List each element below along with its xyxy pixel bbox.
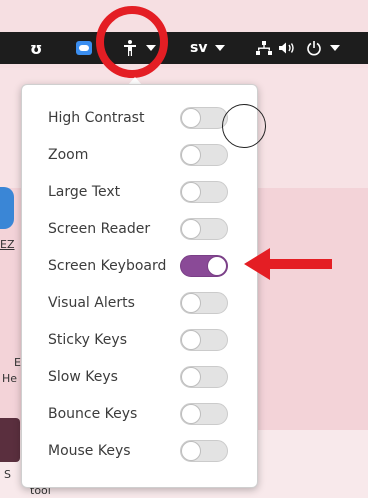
- menu-item-label: High Contrast: [48, 110, 145, 126]
- menu-item-label: Screen Reader: [48, 221, 151, 237]
- teamviewer-icon[interactable]: [76, 32, 92, 64]
- accessibility-menu: High Contrast Zoom Large Text Screen Rea…: [21, 84, 258, 488]
- system-menu-button[interactable]: [256, 32, 340, 64]
- top-panel: ʊ sv: [0, 32, 368, 64]
- menu-item-label: Large Text: [48, 184, 121, 200]
- chevron-down-icon: [330, 45, 340, 51]
- toggle-knob: [181, 404, 201, 424]
- slow-keys-toggle[interactable]: [180, 366, 228, 388]
- toggle-knob: [181, 293, 201, 313]
- sticky-keys-toggle[interactable]: [180, 329, 228, 351]
- toggle-knob: [181, 145, 201, 165]
- power-icon: [307, 41, 321, 56]
- toggle-knob: [181, 330, 201, 350]
- menu-item-label: Screen Keyboard: [48, 258, 167, 274]
- red-arrow-annotation: [244, 248, 332, 280]
- chevron-down-icon: [215, 45, 226, 51]
- ubuntu-icon[interactable]: ʊ: [30, 32, 42, 64]
- menu-item-large-text[interactable]: Large Text: [22, 174, 257, 210]
- desktop-icon-label: EZ: [0, 238, 15, 251]
- menu-item-slow-keys[interactable]: Slow Keys: [22, 359, 257, 395]
- toggle-knob: [181, 182, 201, 202]
- bounce-keys-toggle[interactable]: [180, 403, 228, 425]
- visual-alerts-toggle[interactable]: [180, 292, 228, 314]
- menu-item-screen-reader[interactable]: Screen Reader: [22, 211, 257, 247]
- menu-item-label: Bounce Keys: [48, 406, 138, 422]
- language-selector[interactable]: sv: [190, 32, 226, 64]
- language-label: sv: [190, 40, 208, 56]
- menu-item-sticky-keys[interactable]: Sticky Keys: [22, 322, 257, 358]
- desktop-icon-label: S: [4, 468, 11, 481]
- zoom-toggle[interactable]: [180, 144, 228, 166]
- highlight-circle: [96, 6, 168, 78]
- volume-icon: [279, 42, 294, 54]
- menu-item-label: Zoom: [48, 147, 89, 163]
- menu-item-visual-alerts[interactable]: Visual Alerts: [22, 285, 257, 321]
- menu-item-bounce-keys[interactable]: Bounce Keys: [22, 396, 257, 432]
- menu-item-label: Sticky Keys: [48, 332, 127, 348]
- large-text-toggle[interactable]: [180, 181, 228, 203]
- desktop-app-icon[interactable]: [0, 418, 20, 462]
- network-icon: [256, 41, 272, 55]
- toggle-knob: [181, 219, 201, 239]
- toggle-knob: [181, 367, 201, 387]
- menu-item-label: Visual Alerts: [48, 295, 135, 311]
- ubuntu-glyph: ʊ: [30, 38, 43, 58]
- toggle-knob: [181, 441, 201, 461]
- screen-reader-toggle[interactable]: [180, 218, 228, 240]
- menu-item-label: Slow Keys: [48, 369, 118, 385]
- teamviewer-badge: [76, 41, 92, 55]
- desktop-icon-label: He: [2, 372, 18, 385]
- teamviewer-dot: [79, 45, 89, 51]
- mouse-keys-toggle[interactable]: [180, 440, 228, 462]
- menu-item-zoom[interactable]: Zoom: [22, 137, 257, 173]
- menu-item-mouse-keys[interactable]: Mouse Keys: [22, 433, 257, 469]
- desktop-app-icon[interactable]: [0, 187, 14, 229]
- toggle-knob: [181, 108, 201, 128]
- toggle-knob: [207, 256, 227, 276]
- menu-item-label: Mouse Keys: [48, 443, 131, 459]
- desktop-icon-label: E: [14, 356, 21, 369]
- high-contrast-toggle[interactable]: [180, 107, 228, 129]
- screen-keyboard-toggle[interactable]: [180, 255, 228, 277]
- menu-item-screen-keyboard[interactable]: Screen Keyboard: [22, 248, 257, 284]
- cursor-highlight: [222, 104, 266, 148]
